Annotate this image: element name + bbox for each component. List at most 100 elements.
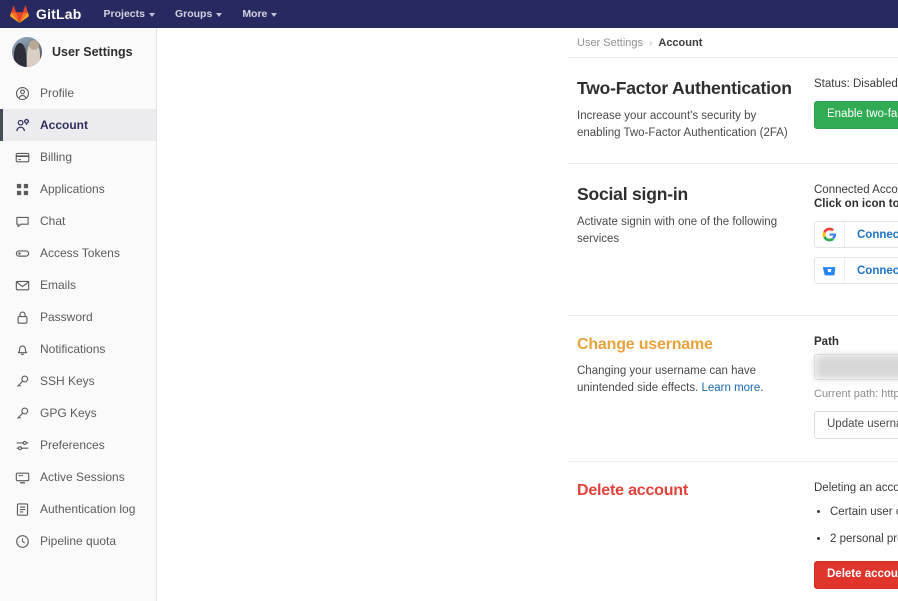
change-username-left: Change username Changing your username c… — [577, 336, 814, 439]
sidebar-item-label: Notifications — [40, 342, 106, 356]
token-pill-icon — [15, 246, 30, 261]
provider-row-2: Connect — [814, 257, 898, 285]
key-icon — [15, 406, 30, 421]
nav-link-projects[interactable]: Projects — [104, 8, 155, 20]
main-content: User Settings › Account Two-Factor Authe… — [157, 28, 898, 601]
user-circle-icon — [15, 86, 30, 101]
sidebar-item-chat[interactable]: Chat — [0, 205, 156, 237]
path-input-wrapper — [814, 354, 898, 381]
change-username-title: Change username — [577, 336, 713, 354]
connect-google-button[interactable]: Connect — [814, 221, 898, 249]
sidebar-item-label: Authentication log — [40, 502, 136, 516]
breadcrumb-separator: › — [649, 37, 653, 49]
delete-account-button[interactable]: Delete account — [814, 561, 898, 589]
gitlab-brand[interactable]: GitLab — [10, 5, 82, 24]
bitbucket-icon — [815, 258, 845, 284]
sidebar-item-profile[interactable]: Profile — [0, 77, 156, 109]
key-icon — [15, 374, 30, 389]
sidebar-item-ssh-keys[interactable]: SSH Keys — [0, 365, 156, 397]
social-signin-description: Activate signin with one of the followin… — [577, 216, 778, 246]
grid-apps-icon — [15, 182, 30, 197]
change-username-description: Changing your username can have unintend… — [577, 363, 796, 396]
sidebar-item-applications[interactable]: Applications — [0, 173, 156, 205]
breadcrumb-parent[interactable]: User Settings — [577, 37, 643, 49]
sidebar-header[interactable]: User Settings — [0, 28, 156, 77]
delete-effects-list: Certain user content will be moved to a … — [830, 504, 898, 547]
sidebar-item-gpg-keys[interactable]: GPG Keys — [0, 397, 156, 429]
brand-name: GitLab — [36, 6, 82, 22]
delete-account-left: Delete account — [577, 482, 814, 589]
breadcrumb-current: Account — [658, 37, 703, 49]
section-change-username: Change username Changing your username c… — [567, 316, 898, 462]
credit-card-icon — [15, 150, 30, 165]
monitor-icon — [15, 470, 30, 485]
sidebar-item-label: Password — [40, 310, 93, 324]
sliders-icon — [15, 438, 30, 453]
sidebar-item-emails[interactable]: Emails — [0, 269, 156, 301]
envelope-icon — [15, 278, 30, 293]
chevron-down-icon — [271, 12, 278, 17]
sidebar-item-password[interactable]: Password — [0, 301, 156, 333]
section-two-factor-authentication: Two-Factor Authentication Increase your … — [567, 58, 898, 165]
chat-bubble-icon — [15, 214, 30, 229]
sidebar-item-label: Chat — [40, 214, 66, 228]
document-list-icon — [15, 502, 30, 517]
sidebar-item-active-sessions[interactable]: Active Sessions — [0, 461, 156, 493]
nav-link-more-label: More — [242, 8, 268, 20]
gitlab-fox-icon — [10, 5, 29, 24]
sidebar-item-authentication-log[interactable]: Authentication log — [0, 493, 156, 525]
google-icon — [815, 222, 845, 248]
two-factor-status: Status: Disabled — [814, 78, 898, 90]
nav-link-groups[interactable]: Groups — [174, 8, 223, 20]
sidebar-item-access-tokens[interactable]: Access Tokens — [0, 237, 156, 269]
path-label: Path — [814, 336, 839, 349]
sidebar-item-label: Profile — [40, 86, 75, 100]
sidebar-item-label: SSH Keys — [40, 374, 95, 388]
navbar-links: Projects Groups More — [104, 8, 278, 20]
lock-icon — [15, 310, 30, 325]
sidebar-item-label: Active Sessions — [40, 470, 125, 484]
bell-icon — [15, 342, 30, 357]
two-factor-description: Increase your account's security by enab… — [577, 110, 788, 139]
connected-accounts-subtitle: Click on icon to activate signin with on… — [814, 198, 898, 211]
sidebar-item-label: Billing — [40, 150, 73, 164]
delete-account-right: Deleting an account has the following ef… — [814, 482, 898, 589]
social-signin-right: Connected Accounts Click on icon to acti… — [814, 184, 898, 293]
social-signin-title: Social sign-in — [577, 184, 688, 205]
sidebar-item-label: Pipeline quota — [40, 534, 117, 548]
sidebar-item-billing[interactable]: Billing — [0, 141, 156, 173]
update-username-button[interactable]: Update username — [814, 411, 898, 439]
current-path-text: Current path: https://gitlab.com/karabog… — [814, 388, 898, 401]
list-item: Certain user content will be moved to a … — [830, 504, 898, 521]
connect-bitbucket-label: Connect — [857, 264, 898, 277]
delete-account-title: Delete account — [577, 481, 689, 499]
sidebar-item-label: Account — [40, 118, 88, 132]
sidebar-item-label: Preferences — [40, 438, 105, 452]
two-factor-left: Two-Factor Authentication Increase your … — [577, 78, 814, 141]
two-factor-title: Two-Factor Authentication — [577, 78, 792, 98]
chevron-down-icon — [148, 12, 155, 17]
sidebar-item-label: Access Tokens — [40, 246, 120, 260]
nav-link-groups-label: Groups — [174, 8, 213, 20]
user-settings-icon — [15, 118, 30, 133]
nav-link-more[interactable]: More — [242, 8, 278, 20]
sidebar-item-pipeline-quota[interactable]: Pipeline quota — [0, 525, 156, 557]
list-item: 2 personal projects will be removed and … — [830, 531, 898, 548]
avatar — [12, 37, 42, 67]
connect-google-label: Connect — [857, 228, 898, 241]
sidebar-item-preferences[interactable]: Preferences — [0, 429, 156, 461]
social-signin-left: Social sign-in Activate signin with one … — [577, 184, 814, 293]
section-delete-account: Delete account Deleting an account has t… — [567, 462, 898, 601]
change-username-right: Path Current path: https://gitlab.com/ka… — [814, 336, 898, 439]
sidebar: User Settings Profile Account Billing Ap… — [0, 28, 157, 601]
sidebar-item-notifications[interactable]: Notifications — [0, 333, 156, 365]
enable-two-factor-button[interactable]: Enable two-factor authentication — [814, 101, 898, 129]
top-navbar: GitLab Projects Groups More — [0, 0, 898, 28]
section-social-signin: Social sign-in Activate signin with one … — [567, 164, 898, 317]
page-body: User Settings Profile Account Billing Ap… — [0, 28, 898, 601]
learn-more-link[interactable]: Learn more — [701, 382, 760, 394]
path-input[interactable] — [814, 354, 898, 381]
sidebar-item-account[interactable]: Account — [0, 109, 156, 141]
connect-bitbucket-button[interactable]: Connect — [814, 257, 898, 285]
sidebar-title: User Settings — [52, 45, 133, 59]
